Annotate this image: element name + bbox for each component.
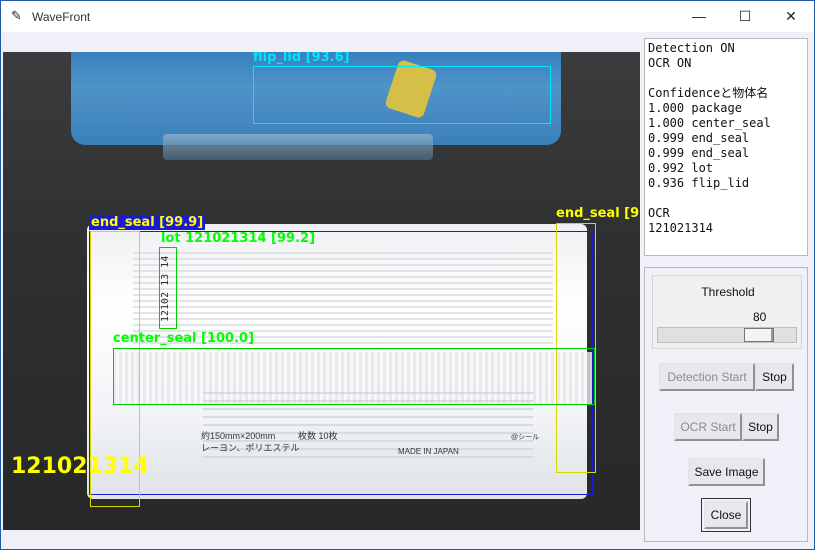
save-image-button[interactable]: Save Image xyxy=(688,458,765,486)
info-line: OCR xyxy=(648,206,670,220)
info-line: 1.000 package xyxy=(648,101,742,115)
feather-icon: ✎ xyxy=(11,8,22,23)
end-seal-left-label: end_seal [99.9] xyxy=(89,215,206,230)
app-window: ✎ WaveFront — ☐ ✕ 約150mm×200mm レーヨン、ポリエス… xyxy=(0,0,815,550)
info-line: 0.999 end_seal xyxy=(648,146,750,160)
lot-label: lot 121021314 [99.2] xyxy=(161,231,316,246)
camera-view: 約150mm×200mm レーヨン、ポリエステル 枚数 10枚 MADE IN … xyxy=(3,52,640,530)
flip-lid-bbox xyxy=(253,66,551,124)
center-seal-label: center_seal [100.0] xyxy=(113,331,255,346)
window-title: WaveFront xyxy=(32,10,91,24)
ocr-stop-button[interactable]: Stop xyxy=(742,413,779,441)
threshold-slider[interactable] xyxy=(657,327,797,343)
info-line: 0.999 end_seal xyxy=(648,131,750,145)
info-line: Detection ON xyxy=(648,41,735,55)
detection-stop-button[interactable]: Stop xyxy=(755,363,794,391)
close-window-button[interactable]: ✕ xyxy=(768,1,814,32)
ocr-result-overlay: 121021314 xyxy=(11,454,149,479)
flip-lid-label: flip_lid [93.6] xyxy=(253,52,350,65)
info-line: Confidenceと物体名 xyxy=(648,86,769,100)
info-line: 121021314 xyxy=(648,221,714,235)
maximize-button[interactable]: ☐ xyxy=(722,1,768,32)
info-line: 1.000 center_seal xyxy=(648,116,771,130)
center-seal-bbox xyxy=(113,348,595,405)
title-bar: ✎ WaveFront — ☐ ✕ xyxy=(1,1,814,32)
threshold-slider-handle[interactable] xyxy=(744,328,774,342)
info-line: 0.992 lot xyxy=(648,161,714,175)
threshold-group: Threshold 80 xyxy=(652,275,802,349)
threshold-value: 80 xyxy=(753,310,767,324)
threshold-label: Threshold xyxy=(701,285,755,299)
detection-start-button[interactable]: Detection Start xyxy=(659,363,755,391)
detection-info-panel[interactable]: Detection ON OCR ON Confidenceと物体名 1.000 p… xyxy=(644,38,808,256)
close-button[interactable]: Close xyxy=(701,498,751,532)
lot-bbox xyxy=(159,247,177,329)
info-line: 0.936 flip_lid xyxy=(648,176,750,190)
info-line xyxy=(648,191,804,206)
top-package-fold xyxy=(163,134,433,160)
minimize-button[interactable]: — xyxy=(676,1,722,32)
info-line: OCR ON xyxy=(648,56,692,70)
ocr-start-button[interactable]: OCR Start xyxy=(674,413,742,441)
end-seal-right-label: end_seal [9 xyxy=(556,206,640,221)
info-line xyxy=(648,71,804,86)
